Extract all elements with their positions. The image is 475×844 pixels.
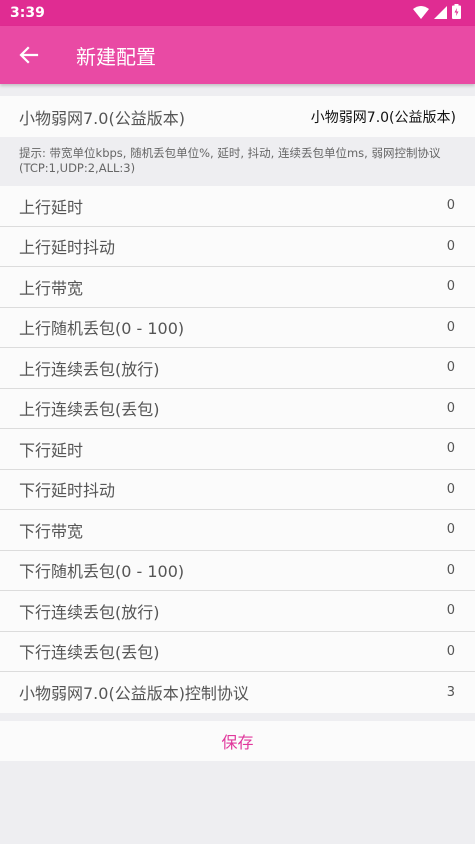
setting-value: 0 (446, 643, 455, 659)
setting-row-up-bandwidth[interactable]: 上行带宽 0 (0, 267, 475, 308)
setting-row-up-burst-pass[interactable]: 上行连续丢包(放行) 0 (0, 348, 475, 389)
setting-row-protocol[interactable]: 小物弱网7.0(公益版本)控制协议 3 (0, 672, 475, 713)
hint-text: 提示: 带宽单位kbps, 随机丢包单位%, 延时, 抖动, 连续丢包单位ms,… (0, 140, 475, 183)
setting-value: 0 (446, 522, 455, 538)
profile-value: 小物弱网7.0(公益版本) (310, 109, 456, 126)
setting-label: 小物弱网7.0(公益版本)控制协议 (19, 684, 249, 704)
setting-value: 0 (446, 198, 455, 214)
setting-value: 3 (446, 684, 455, 700)
setting-value: 0 (446, 238, 455, 254)
setting-label: 下行带宽 (19, 521, 84, 541)
status-icons (413, 3, 461, 23)
settings-list: 上行延时 0 上行延时抖动 0 上行带宽 0 上行随机丢包(0 - 100) 0… (0, 186, 475, 713)
setting-label: 上行带宽 (19, 278, 84, 298)
profile-label: 小物弱网7.0(公益版本) (19, 108, 185, 128)
battery-icon (452, 3, 461, 23)
setting-label: 上行延时抖动 (19, 238, 116, 258)
setting-value: 0 (446, 360, 455, 376)
arrow-left-icon (19, 46, 39, 64)
status-bar: 3:39 (0, 0, 475, 26)
setting-label: 下行连续丢包(放行) (19, 602, 160, 622)
setting-value: 0 (446, 400, 455, 416)
wifi-icon (413, 4, 429, 23)
app-bar: 新建配置 (0, 26, 475, 84)
setting-value: 0 (446, 319, 455, 335)
signal-icon (434, 4, 447, 23)
setting-label: 下行延时 (19, 440, 84, 460)
setting-label: 上行随机丢包(0 - 100) (19, 319, 185, 339)
setting-row-up-delay[interactable]: 上行延时 0 (0, 186, 475, 227)
setting-row-down-delay[interactable]: 下行延时 0 (0, 429, 475, 470)
setting-row-down-random-loss[interactable]: 下行随机丢包(0 - 100) 0 (0, 551, 475, 591)
save-label: 保存 (221, 733, 254, 752)
page-title: 新建配置 (76, 44, 156, 69)
setting-label: 上行连续丢包(丢包) (19, 400, 160, 420)
back-button[interactable] (0, 26, 58, 84)
setting-value: 0 (446, 481, 455, 497)
setting-label: 上行延时 (19, 197, 84, 217)
setting-row-down-burst-pass[interactable]: 下行连续丢包(放行) 0 (0, 591, 475, 632)
setting-value: 0 (446, 441, 455, 457)
setting-label: 下行随机丢包(0 - 100) (19, 562, 185, 582)
status-time: 3:39 (10, 5, 45, 21)
setting-row-up-jitter[interactable]: 上行延时抖动 0 (0, 227, 475, 267)
setting-value: 0 (446, 562, 455, 578)
setting-value: 0 (446, 279, 455, 295)
setting-row-down-burst-drop[interactable]: 下行连续丢包(丢包) 0 (0, 632, 475, 672)
setting-row-down-bandwidth[interactable]: 下行带宽 0 (0, 510, 475, 551)
setting-label: 下行连续丢包(丢包) (19, 643, 160, 663)
setting-row-up-burst-drop[interactable]: 上行连续丢包(丢包) 0 (0, 389, 475, 429)
profile-selector[interactable]: 小物弱网7.0(公益版本) 小物弱网7.0(公益版本) (0, 96, 475, 137)
setting-row-up-random-loss[interactable]: 上行随机丢包(0 - 100) 0 (0, 308, 475, 348)
setting-value: 0 (446, 603, 455, 619)
setting-row-down-jitter[interactable]: 下行延时抖动 0 (0, 470, 475, 510)
setting-label: 上行连续丢包(放行) (19, 359, 160, 379)
setting-label: 下行延时抖动 (19, 481, 116, 501)
save-button[interactable]: 保存 (0, 721, 475, 761)
